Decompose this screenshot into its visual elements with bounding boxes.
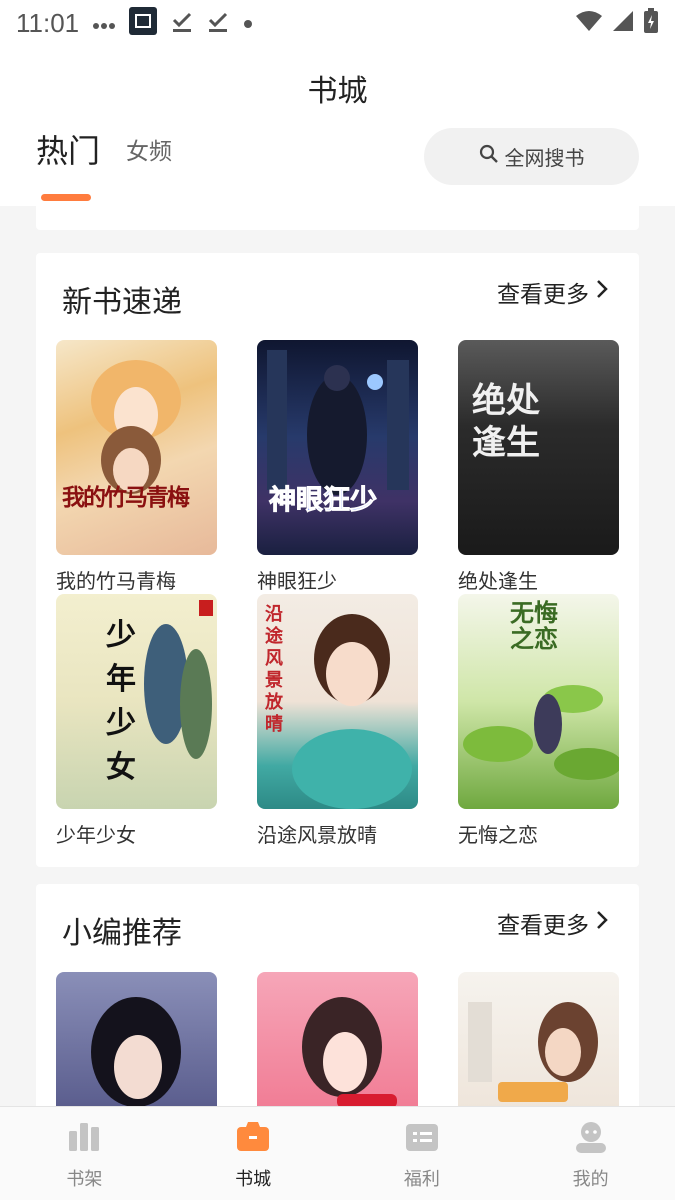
book-title: 我的竹马青梅 (56, 569, 176, 593)
app-icon (129, 7, 158, 39)
book-title: 沿途风景放晴 (257, 823, 377, 847)
page-title: 书城 (307, 74, 368, 109)
bookstore-icon (236, 1121, 270, 1157)
tab-label: 福利 (403, 1169, 440, 1190)
tab-bookshelf[interactable]: 书架 (0, 1107, 169, 1200)
more-dots-icon (93, 14, 116, 33)
battery-charging-icon (643, 8, 659, 38)
search-icon (479, 144, 499, 169)
book-item[interactable]: 无悔之恋 无悔之恋 (458, 594, 619, 848)
download-done-icon (207, 10, 229, 36)
download-done-icon (171, 10, 193, 36)
cover-title: 神眼狂少 (269, 485, 378, 517)
book-item[interactable] (56, 972, 217, 1124)
view-more-label: 查看更多 (497, 282, 589, 308)
search-label: 全网搜书 (504, 146, 585, 170)
tab-hot[interactable]: 热门 (36, 126, 100, 172)
tab-label: 书架 (66, 1169, 103, 1190)
book-item[interactable]: 我的竹马青梅 我的竹马青梅 (56, 340, 217, 594)
book-item[interactable] (458, 972, 619, 1124)
view-more-button[interactable]: 查看更多 (497, 275, 609, 309)
book-cover (257, 972, 418, 1124)
book-item[interactable] (257, 972, 418, 1124)
search-button[interactable]: 全网搜书 (424, 128, 639, 185)
section-editor-picks: 小编推荐 查看更多 (36, 884, 639, 1124)
book-cover: 无悔之恋 (458, 594, 619, 809)
tab-welfare[interactable]: 福利 (338, 1107, 507, 1200)
view-more-button[interactable]: 查看更多 (497, 906, 609, 940)
active-tab-indicator (41, 194, 91, 201)
book-cover: 少年少女 (56, 594, 217, 809)
book-title: 无悔之恋 (458, 823, 538, 847)
tab-female[interactable]: 女频 (126, 132, 172, 166)
welfare-icon (405, 1121, 439, 1157)
book-item[interactable]: 少年少女 少年少女 (56, 594, 217, 848)
book-cover: 绝处逢生 (458, 340, 619, 555)
book-title: 神眼狂少 (257, 569, 337, 593)
bookshelf-icon (67, 1121, 101, 1157)
bottom-tab-bar: 书架 书城 福利 我的 (0, 1106, 675, 1200)
cover-title: 少年少女 (106, 618, 136, 785)
tab-label: 书城 (235, 1169, 272, 1190)
cover-title: 沿途风景放晴 (265, 604, 283, 735)
book-cover: 我的竹马青梅 (56, 340, 217, 555)
book-title: 绝处逢生 (458, 569, 538, 593)
cover-title: 无悔之恋 (510, 598, 558, 653)
profile-icon (574, 1121, 608, 1157)
book-cover: 神眼狂少 (257, 340, 418, 555)
book-item[interactable]: 神眼狂少 神眼狂少 (257, 340, 418, 594)
book-cover (458, 972, 619, 1124)
dot-icon (243, 14, 253, 33)
tab-profile[interactable]: 我的 (506, 1107, 675, 1200)
app-header: 书城 热门 女频 全网搜书 (0, 46, 675, 206)
tab-bookstore[interactable]: 书城 (169, 1107, 338, 1200)
wifi-icon (575, 10, 603, 36)
book-cover: 沿途风景放晴 (257, 594, 418, 809)
section-new-books: 新书速递 查看更多 我的竹马青梅 我的竹马青梅 神眼狂少 神眼狂少 绝处逢生 绝… (36, 253, 639, 867)
status-bar: 11:01 (0, 0, 675, 46)
chevron-right-icon (595, 278, 609, 306)
book-title: 少年少女 (56, 823, 136, 847)
view-more-label: 查看更多 (497, 913, 589, 939)
cover-title: 绝处逢生 (472, 381, 540, 463)
scrolled-category-strip (36, 206, 639, 230)
status-time: 11:01 (16, 7, 80, 38)
book-cover (56, 972, 217, 1124)
signal-icon (611, 10, 635, 36)
cover-title: 我的竹马青梅 (62, 484, 190, 511)
section-title: 小编推荐 (62, 916, 182, 951)
tab-label: 我的 (572, 1169, 609, 1190)
section-title: 新书速递 (62, 285, 182, 320)
chevron-right-icon (595, 909, 609, 937)
book-item[interactable]: 沿途风景放晴 沿途风景放晴 (257, 594, 418, 848)
book-item[interactable]: 绝处逢生 绝处逢生 (458, 340, 619, 594)
